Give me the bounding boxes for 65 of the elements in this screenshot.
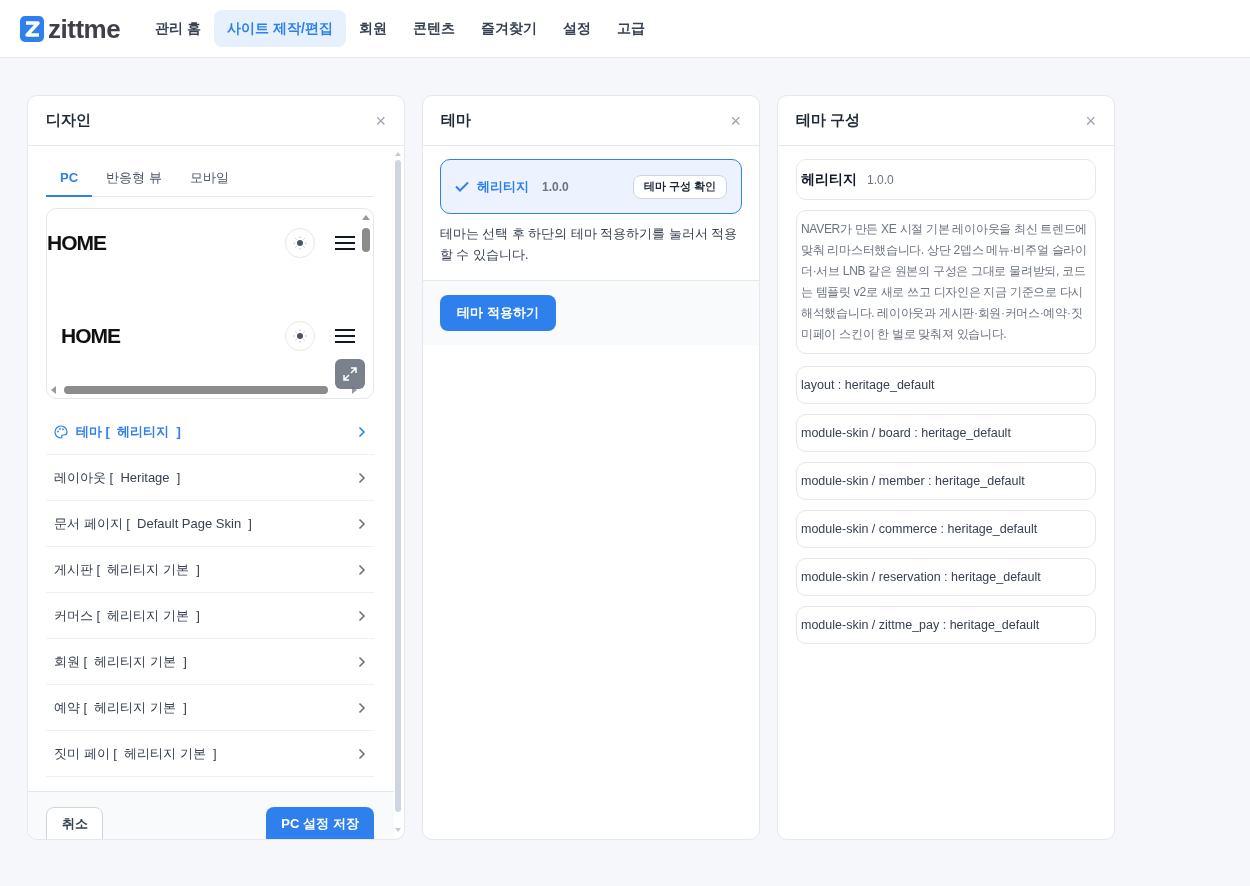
menu-icon <box>335 328 355 343</box>
chevron-right-icon <box>358 471 366 484</box>
panel-title: 디자인 <box>46 110 91 131</box>
logo-icon <box>20 15 44 42</box>
theme-name: 헤리티지 <box>477 177 529 196</box>
chevron-right-icon <box>358 425 366 438</box>
sun-icon <box>285 320 315 351</box>
preview-heading: HOME <box>61 323 120 349</box>
chevron-right-icon <box>358 747 366 760</box>
chevron-right-icon <box>358 563 366 576</box>
theme-card[interactable]: 헤리티지 1.0.0 테마 구성 확인 <box>440 159 742 214</box>
skin-entry: module-skin / zittme_pay : heritage_default <box>796 606 1096 644</box>
chevron-right-icon <box>358 701 366 714</box>
design-menu-item[interactable]: 커머스 [ 헤리티지 기본 ] <box>46 593 374 639</box>
panel-title: 테마 <box>441 110 471 131</box>
menu-item-label: 예약 [ 헤리티지 기본 ] <box>54 698 187 717</box>
save-button[interactable]: PC 설정 저장 <box>266 807 374 839</box>
theme-config-button[interactable]: 테마 구성 확인 <box>632 174 727 199</box>
skin-entry: module-skin / board : heritage_default <box>796 414 1096 452</box>
expand-icon <box>342 366 358 382</box>
menu-item-label: 문서 페이지 [ Default Page Skin ] <box>54 514 252 533</box>
view-tab[interactable]: 모바일 <box>175 160 243 197</box>
check-icon <box>455 181 469 192</box>
design-menu-item[interactable]: 회원 [ 헤리티지 기본 ] <box>46 639 374 685</box>
design-menu-item[interactable]: 테마 [ 헤리티지 ] <box>46 409 374 455</box>
menu-item-label: 짓미 페이 [ 헤리티지 기본 ] <box>54 744 217 763</box>
nav-tab[interactable]: 설정 <box>549 10 604 47</box>
skin-entry: layout : heritage_default <box>796 366 1096 404</box>
skin-entry: module-skin / reservation : heritage_default <box>796 558 1096 596</box>
design-menu-item[interactable]: 문서 페이지 [ Default Page Skin ] <box>46 501 374 547</box>
menu-item-label: 레이아웃 [ Heritage ] <box>54 468 181 487</box>
nav-tab[interactable]: 고급 <box>603 10 658 47</box>
theme-version: 1.0.0 <box>867 171 894 189</box>
theme-name: 헤리티지 <box>801 170 857 189</box>
nav-tab[interactable]: 회원 <box>345 10 400 47</box>
sun-icon <box>285 227 315 258</box>
apply-theme-button[interactable]: 테마 적용하기 <box>440 295 556 331</box>
menu-icon <box>335 235 355 250</box>
view-tab[interactable]: 반응형 뷰 <box>92 160 176 197</box>
panel-title: 테마 구성 <box>796 110 861 131</box>
expand-button[interactable] <box>335 359 365 389</box>
skin-entry: module-skin / commerce : heritage_default <box>796 510 1096 548</box>
chevron-right-icon <box>358 655 366 668</box>
preview-heading: HOME <box>47 230 106 256</box>
menu-item-label: 커머스 [ 헤리티지 기본 ] <box>54 606 200 625</box>
theme-version: 1.0.0 <box>542 178 569 196</box>
chevron-right-icon <box>358 609 366 622</box>
view-tab[interactable]: PC <box>46 160 93 197</box>
nav-tab[interactable]: 관리 홈 <box>142 10 214 47</box>
design-menu-item[interactable]: 예약 [ 헤리티지 기본 ] <box>46 685 374 731</box>
nav-tab[interactable]: 콘텐츠 <box>399 10 468 47</box>
menu-item-label: 회원 [ 헤리티지 기본 ] <box>54 652 187 671</box>
design-menu-item[interactable]: 레이아웃 [ Heritage ] <box>46 455 374 501</box>
theme-help-text: 테마는 선택 후 하단의 테마 적용하기를 눌러서 적용할 수 있습니다. <box>440 226 739 264</box>
design-menu-item[interactable]: 짓미 페이 [ 헤리티지 기본 ] <box>46 731 374 777</box>
logo-text: zittme <box>48 15 121 42</box>
cancel-button[interactable]: 취소 <box>46 807 103 839</box>
menu-item-label: 게시판 [ 헤리티지 기본 ] <box>54 560 200 579</box>
nav-tab[interactable]: 즐겨찾기 <box>467 10 550 47</box>
palette-icon <box>54 424 68 439</box>
menu-item-label: 테마 [ 헤리티지 ] <box>76 422 181 441</box>
theme-description: NAVER가 만든 XE 시절 기본 레이아웃을 최신 트렌드에 맞춰 리마스터했습니다. 상단 2뎁스 메뉴·비주얼 슬라이더·서브 LNB 같은 원본의 구성은 그대로 물려받되, 코드는 템플릿 v2로 새로 쓰고 디자인은 지금 기준으로 다시 해석했습니다. 레이아웃과 게시판·회원·커머스·예약·짓미페이 스킨이 한 벌로 맞춰져 있습니다. <box>796 210 1096 354</box>
design-menu-item[interactable]: 게시판 [ 헤리티지 기본 ] <box>46 547 374 593</box>
chevron-right-icon <box>358 517 366 530</box>
skin-entry: module-skin / member : heritage_default <box>796 462 1096 500</box>
